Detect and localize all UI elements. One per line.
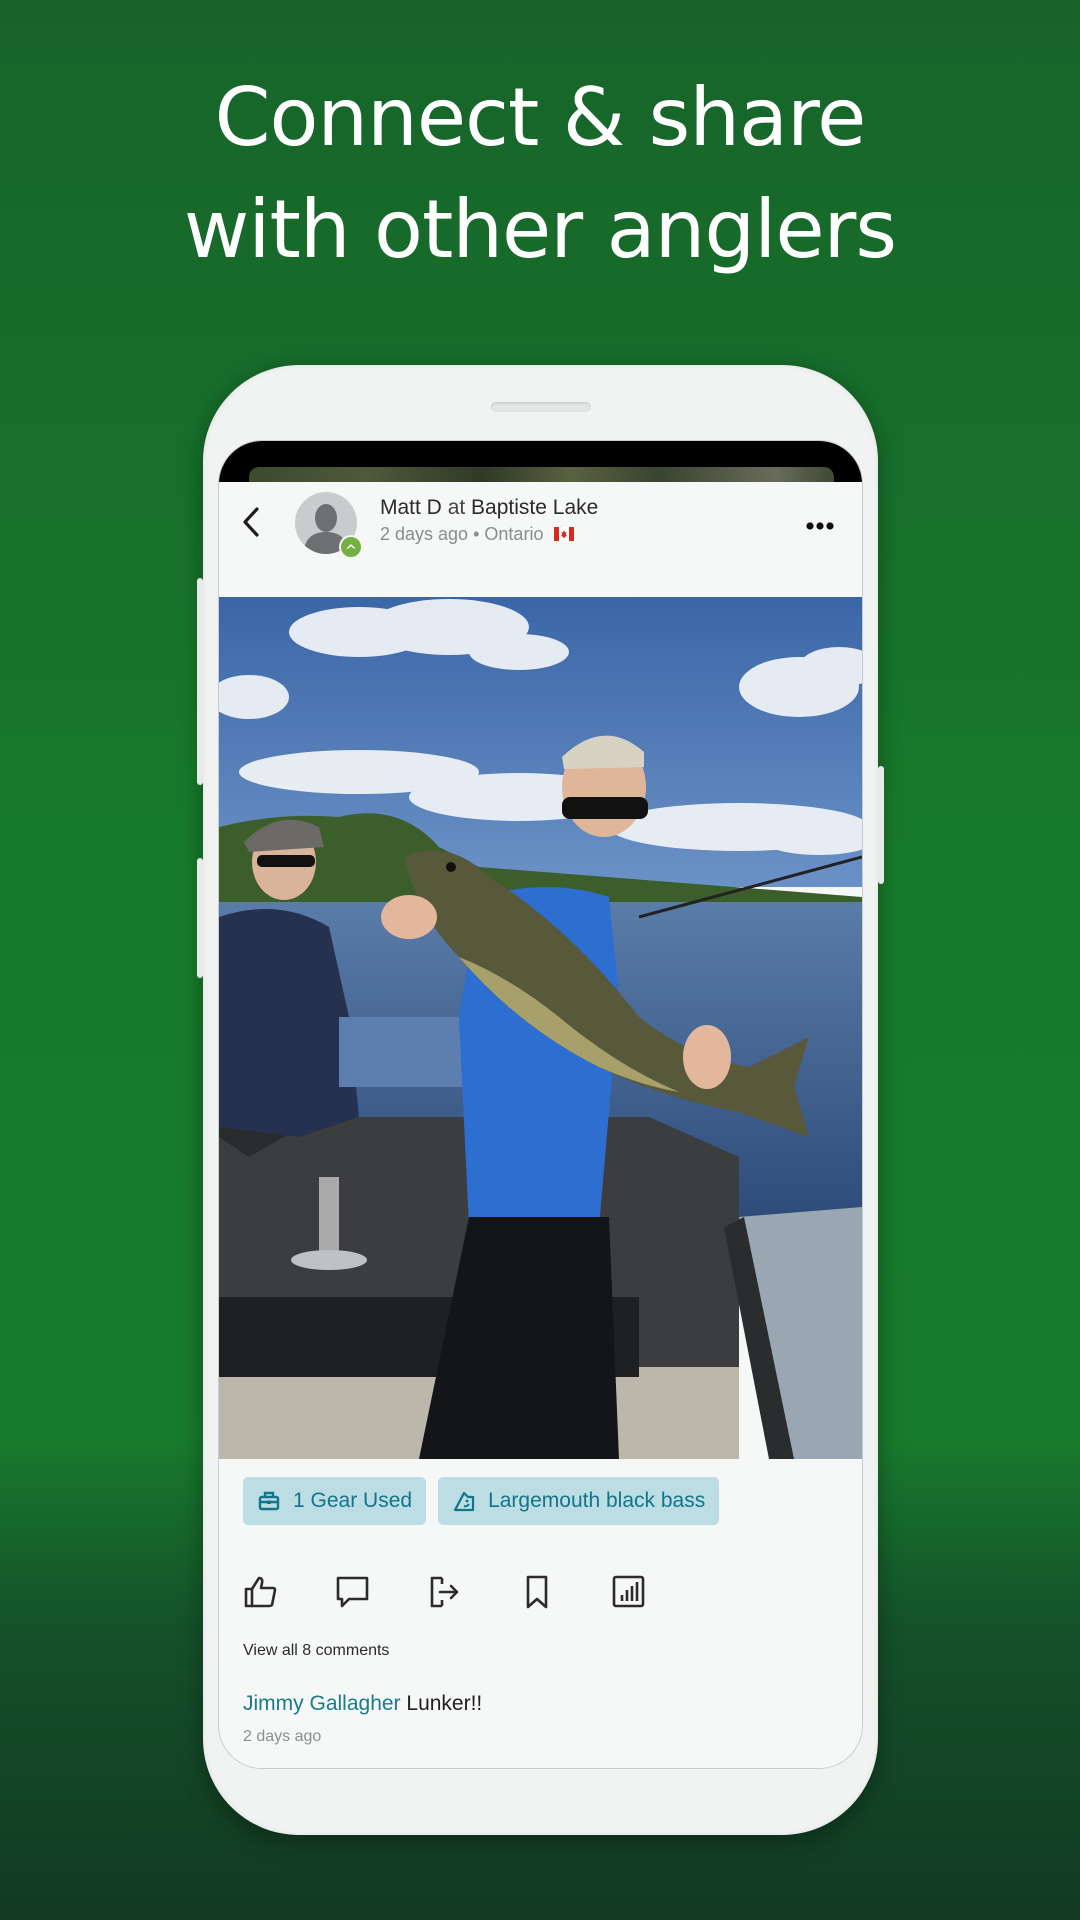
stats-icon[interactable]	[611, 1574, 647, 1610]
comment-author[interactable]: Jimmy Gallagher	[243, 1692, 401, 1715]
post-region: Ontario	[484, 524, 544, 544]
post-header: Matt D at Baptiste Lake 2 days ago • Ont…	[219, 482, 862, 597]
headline-line-1: Connect & share	[214, 71, 867, 164]
canada-flag-icon	[554, 527, 575, 541]
headline-line-2: with other anglers	[183, 183, 897, 276]
more-horizontal-icon[interactable]	[805, 520, 835, 532]
thumbs-up-icon[interactable]	[243, 1574, 279, 1610]
separator: •	[473, 524, 480, 544]
catch-photo[interactable]	[219, 597, 862, 1459]
catch-photo-image	[219, 597, 862, 1459]
gear-used-label: 1 Gear Used	[293, 1489, 413, 1512]
phone-side-button-right	[878, 766, 884, 884]
at-word: at	[447, 496, 466, 519]
location-name[interactable]: Baptiste Lake	[471, 496, 598, 519]
phone-screen: Matt D at Baptiste Lake 2 days ago • Ont…	[218, 440, 863, 1769]
gear-used-tag[interactable]: 1 Gear Used	[243, 1477, 427, 1525]
author-name[interactable]: Matt D	[380, 496, 442, 519]
fish-species-icon	[453, 1491, 475, 1512]
phone-mockup: Matt D at Baptiste Lake 2 days ago • Ont…	[197, 365, 884, 1835]
view-all-comments-link[interactable]: View all 8 comments	[243, 1642, 389, 1660]
comment: Jimmy Gallagher Lunker!!	[243, 1692, 482, 1716]
comment-text: Lunker!!	[406, 1692, 483, 1715]
post-title: Matt D at Baptiste Lake	[380, 496, 598, 520]
post-meta: 2 days ago • Ontario	[380, 524, 575, 545]
comment-time: 2 days ago	[243, 1728, 322, 1745]
phone-side-button-left-bottom	[197, 858, 203, 978]
post-tags: 1 Gear Used Largemouth black bass	[243, 1477, 720, 1525]
post-time: 2 days ago	[380, 524, 469, 544]
phone-side-button-left-top	[197, 578, 203, 785]
post-detail-sheet: Matt D at Baptiste Lake 2 days ago • Ont…	[219, 482, 862, 1768]
tackle-box-icon	[258, 1491, 280, 1511]
comment-icon[interactable]	[335, 1574, 371, 1610]
species-label: Largemouth black bass	[488, 1489, 706, 1512]
chevron-left-icon[interactable]	[237, 502, 267, 542]
phone-speaker	[491, 402, 591, 412]
headline: Connect & share with other anglers	[0, 62, 1080, 286]
verified-angler-badge	[339, 535, 363, 559]
fish-badge-icon	[346, 544, 356, 549]
species-tag[interactable]: Largemouth black bass	[438, 1477, 720, 1525]
share-icon[interactable]	[427, 1574, 463, 1610]
bookmark-icon[interactable]	[519, 1574, 555, 1610]
post-actions	[243, 1574, 663, 1614]
